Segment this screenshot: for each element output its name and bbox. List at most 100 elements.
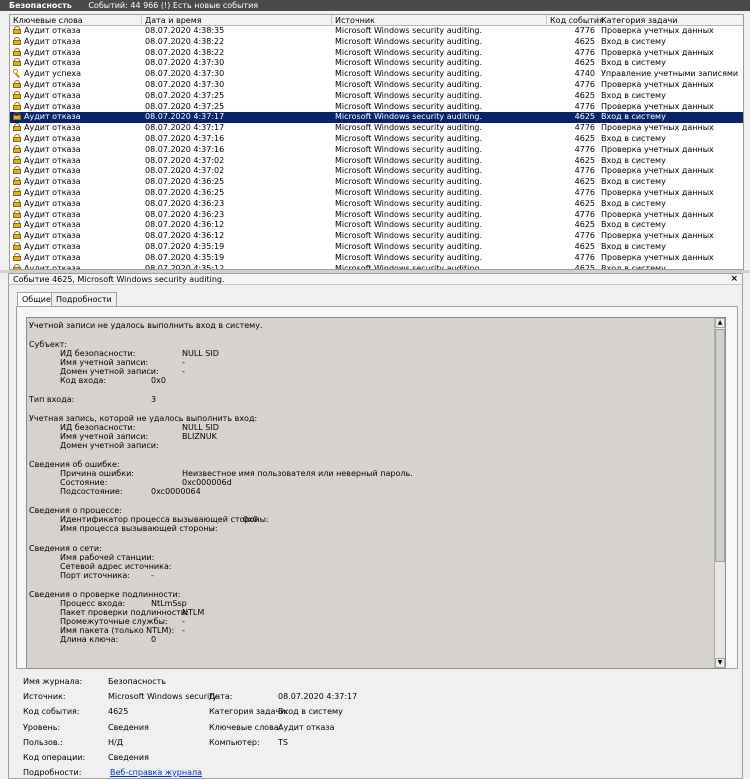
- event-list[interactable]: Ключевые слова Дата и время Источник Код…: [9, 14, 744, 270]
- table-row[interactable]: Аудит отказа 08.07.2020 4:37:25 Microsoft …: [10, 90, 743, 102]
- lock-icon: [13, 112, 21, 121]
- prop-level-value: Сведения: [108, 723, 149, 732]
- row-date: 08.07.2020 4:37:02: [145, 166, 225, 176]
- event-properties: Имя журнала: Безопасность Источник: Micr…: [23, 674, 723, 779]
- table-row[interactable]: Аудит отказа 08.07.2020 4:37:30 Microsoft …: [10, 58, 743, 69]
- table-row[interactable]: Аудит отказа 08.07.2020 4:37:17 Microsoft …: [10, 112, 743, 124]
- column-header-date[interactable]: Дата и время: [142, 15, 332, 26]
- row-keywords: Аудит отказа: [24, 36, 81, 46]
- row-keywords: Аудит отказа: [24, 220, 81, 230]
- error-header: Сведения об ошибке:: [29, 460, 120, 469]
- table-row[interactable]: Аудит отказа 08.07.2020 4:36:12 Microsoft …: [10, 220, 743, 231]
- row-keywords: Аудит отказа: [24, 144, 81, 154]
- row-event-id: 4625: [574, 241, 595, 251]
- row-date: 08.07.2020 4:37:25: [145, 90, 225, 100]
- event-log-help-link[interactable]: Веб-справка журнала: [110, 768, 202, 777]
- table-row[interactable]: Аудит отказа 08.07.2020 4:37:02 Microsoft …: [10, 155, 743, 167]
- network-address-value: -: [151, 562, 154, 571]
- lock-icon: [13, 198, 21, 207]
- prop-event-id-label: Код события:: [23, 707, 80, 716]
- row-task-category: Проверка учетных данных: [601, 123, 714, 133]
- table-row[interactable]: Аудит успеха 08.07.2020 4:37:30 Microsoft …: [10, 69, 743, 80]
- row-keywords: Аудит отказа: [24, 26, 81, 35]
- table-row[interactable]: Аудит отказа 08.07.2020 4:37:17 Microsoft …: [10, 123, 743, 134]
- row-task-category: Проверка учетных данных: [601, 209, 714, 219]
- table-row[interactable]: Аудит отказа 08.07.2020 4:36:25 Microsoft …: [10, 177, 743, 188]
- table-row[interactable]: Аудит отказа 08.07.2020 4:37:30 Microsoft …: [10, 79, 743, 91]
- row-event-id: 4776: [574, 187, 595, 197]
- prop-task-label: Категория задачи:: [209, 707, 289, 716]
- tab-details[interactable]: Подробности: [51, 292, 117, 306]
- row-source: Microsoft Windows security auditing.: [335, 166, 483, 176]
- table-row[interactable]: Аудит отказа 08.07.2020 4:37:25 Microsoft …: [10, 101, 743, 113]
- event-list-header: Ключевые слова Дата и время Источник Код…: [10, 15, 743, 26]
- subject-header: Субъект:: [29, 340, 68, 349]
- scroll-down-icon[interactable]: ▼: [715, 658, 725, 668]
- subject-logon-id-value: 0x0: [151, 376, 166, 385]
- row-keywords: Аудит отказа: [24, 101, 81, 111]
- prop-opcode-value: Сведения: [108, 753, 149, 762]
- row-source: Microsoft Windows security auditing.: [335, 252, 483, 262]
- table-row[interactable]: Аудит отказа 08.07.2020 4:37:16 Microsoft …: [10, 144, 743, 156]
- column-header-source[interactable]: Источник: [332, 15, 547, 26]
- table-row[interactable]: Аудит отказа 08.07.2020 4:37:02 Microsoft …: [10, 166, 743, 177]
- table-row[interactable]: Аудит отказа 08.07.2020 4:35:19 Microsoft …: [10, 252, 743, 264]
- table-row[interactable]: Аудит отказа 08.07.2020 4:38:22 Microsoft …: [10, 36, 743, 48]
- row-date: 08.07.2020 4:38:35: [145, 26, 225, 35]
- prop-computer-label: Компьютер:: [209, 738, 260, 747]
- auth-process-label: Процесс входа:: [60, 599, 126, 608]
- row-event-id: 4625: [574, 155, 595, 165]
- event-detail-title: Событие 4625, Microsoft Windows security…: [9, 274, 742, 285]
- auth-transited-value: -: [182, 617, 185, 626]
- table-row[interactable]: Аудит отказа 08.07.2020 4:36:25 Microsoft …: [10, 187, 743, 199]
- prop-source-value: Microsoft Windows security: [108, 692, 218, 701]
- table-row[interactable]: Аудит отказа 08.07.2020 4:38:35 Microsoft …: [10, 26, 743, 37]
- row-date: 08.07.2020 4:37:17: [145, 112, 225, 122]
- lock-icon: [13, 187, 21, 196]
- close-icon[interactable]: ×: [730, 274, 738, 285]
- process-name-label: Имя процесса вызывающей стороны:: [60, 524, 218, 533]
- message-scrollbar[interactable]: ▲ ▼: [714, 318, 725, 668]
- scroll-up-icon[interactable]: ▲: [715, 318, 725, 328]
- table-row[interactable]: Аудит отказа 08.07.2020 4:36:23 Microsoft …: [10, 209, 743, 221]
- table-row[interactable]: Аудит отказа 08.07.2020 4:36:12 Microsoft …: [10, 231, 743, 242]
- lock-icon: [13, 36, 21, 45]
- row-keywords: Аудит успеха: [24, 69, 82, 79]
- log-info: Событий: 44 966 (!) Есть новые события: [88, 1, 259, 10]
- subject-domain-label: Домен учетной записи:: [60, 367, 159, 376]
- error-status-value: 0xc000006d: [182, 478, 232, 487]
- network-workstation-label: Имя рабочей станции:: [60, 553, 155, 562]
- column-header-event-id[interactable]: Код события: [547, 15, 604, 26]
- row-source: Microsoft Windows security auditing.: [335, 79, 483, 89]
- table-row[interactable]: Аудит отказа 08.07.2020 4:35:19 Microsoft …: [10, 241, 743, 253]
- lock-icon: [13, 209, 21, 218]
- row-task-category: Вход в систему: [601, 241, 666, 251]
- table-row[interactable]: Аудит отказа 08.07.2020 4:38:22 Microsoft …: [10, 47, 743, 59]
- scroll-thumb[interactable]: [715, 329, 725, 562]
- auth-transited-label: Промежуточные службы:: [60, 617, 168, 626]
- row-date: 08.07.2020 4:36:25: [145, 187, 225, 197]
- lock-icon: [13, 123, 21, 132]
- failed-sid-value: NULL SID: [182, 423, 219, 432]
- prop-opcode-label: Код операции:: [23, 753, 86, 762]
- row-event-id: 4625: [574, 133, 595, 143]
- row-source: Microsoft Windows security auditing.: [335, 198, 483, 208]
- row-event-id: 4776: [574, 209, 595, 219]
- row-source: Microsoft Windows security auditing.: [335, 231, 483, 241]
- row-task-category: Проверка учетных данных: [601, 26, 714, 35]
- row-date: 08.07.2020 4:37:17: [145, 123, 225, 133]
- lock-icon: [13, 47, 21, 56]
- logon-type-value: 3: [151, 395, 157, 404]
- row-event-id: 4776: [574, 79, 595, 89]
- prop-user-value: Н/Д: [108, 738, 123, 747]
- table-row[interactable]: Аудит отказа 08.07.2020 4:37:16 Microsoft …: [10, 133, 743, 145]
- row-date: 08.07.2020 4:38:22: [145, 36, 225, 46]
- table-row[interactable]: Аудит отказа 08.07.2020 4:36:23 Microsoft …: [10, 198, 743, 210]
- subject-sid-value: NULL SID: [182, 349, 219, 358]
- column-header-keywords[interactable]: Ключевые слова: [10, 15, 142, 26]
- column-header-task-category[interactable]: Категория задачи: [598, 15, 743, 26]
- event-message-box[interactable]: Учетной записи не удалось выполнить вход…: [26, 317, 726, 669]
- row-date: 08.07.2020 4:37:25: [145, 101, 225, 111]
- row-source: Microsoft Windows security auditing.: [335, 133, 483, 143]
- lock-icon: [13, 252, 21, 261]
